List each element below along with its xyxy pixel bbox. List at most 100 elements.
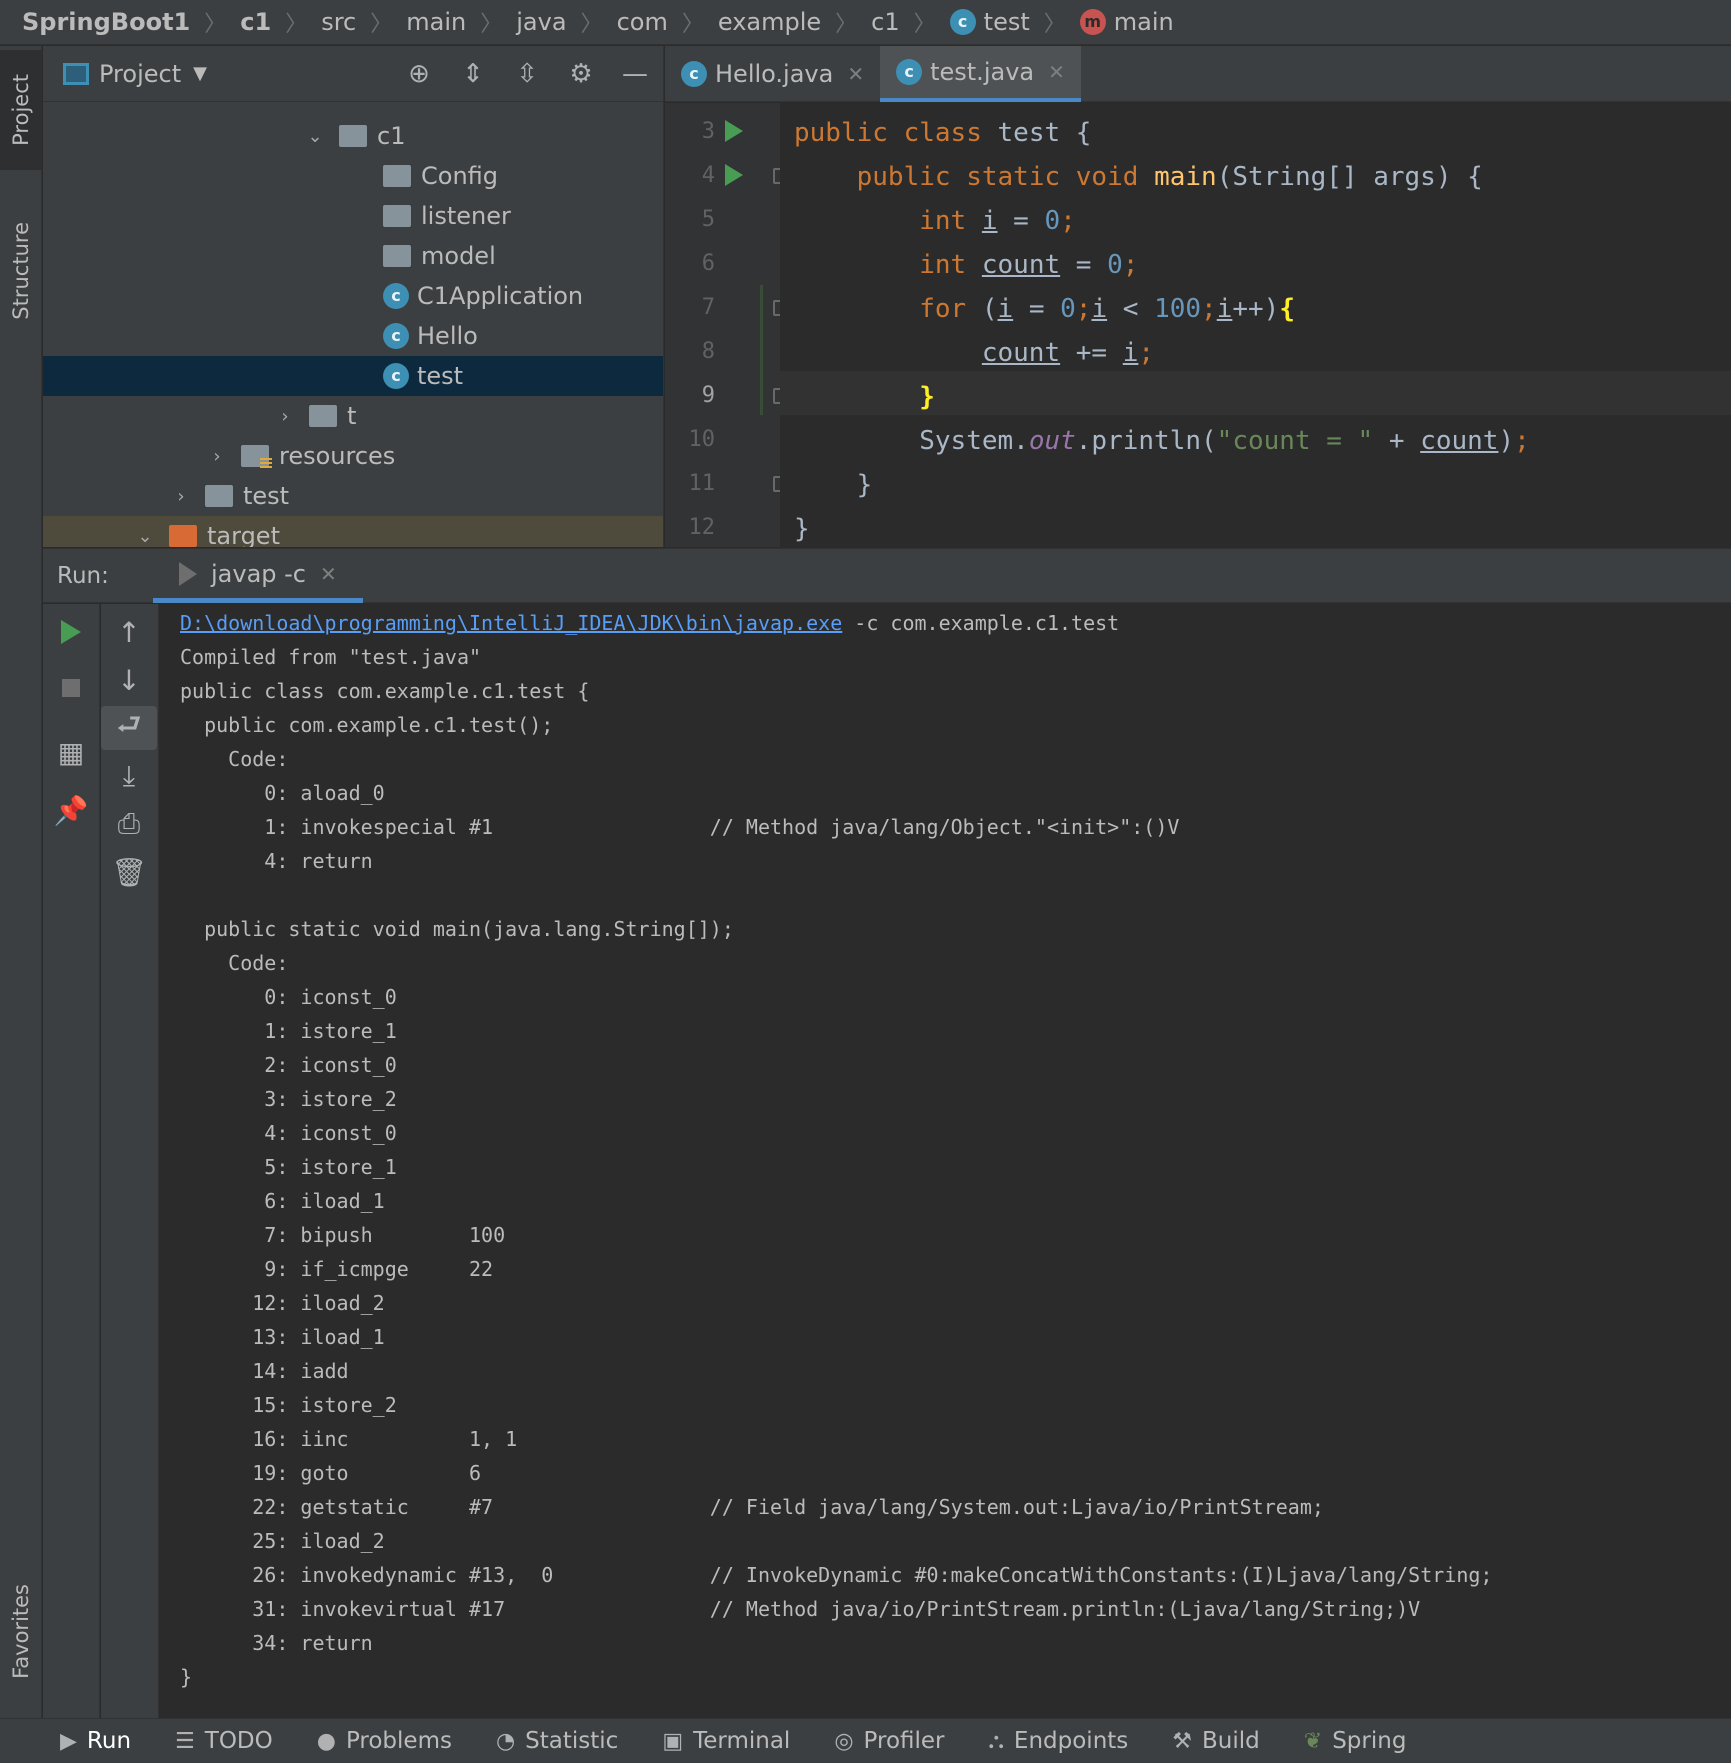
excluded-folder-icon [169,525,197,547]
run-class-icon[interactable] [725,120,743,142]
run-console[interactable]: D:\download\programming\IntelliJ_IDEA\JD… [160,604,1731,1718]
tool-problems[interactable]: ● Problems [317,1728,452,1754]
print-icon[interactable]: ⎙ [101,802,157,846]
tool-endpoints[interactable]: ⛬ Endpoints [989,1728,1129,1754]
hide-panel-icon[interactable]: — [617,56,653,92]
console-line: 1: invokespecial #1 // Method java/lang/… [180,815,1180,839]
project-tool-button[interactable]: Project [0,50,42,170]
javap-path-link[interactable]: D:\download\programming\IntelliJ_IDEA\JD… [180,611,842,635]
chevron-down-icon[interactable]: ⌄ [305,126,325,147]
run-config-tab[interactable]: javap -c ✕ [153,549,363,603]
folder-icon [205,485,233,507]
tree-node-model[interactable]: model [43,236,663,276]
operator: < [1122,294,1139,324]
tree-node-c1application[interactable]: c C1Application [43,276,663,316]
project-tool-window: Project ▼ ⊕ ⇕ ⇳ ⚙ — ⌄ c1 Config listener… [43,46,664,547]
operator: = [1075,250,1092,280]
breadcrumb-com-label: com [616,8,668,36]
run-main-icon[interactable] [725,164,743,186]
tree-node-listener[interactable]: listener [43,196,663,236]
tool-statistic[interactable]: ◔ Statistic [496,1728,618,1754]
package-folder-icon [309,405,337,427]
arrow-down-icon[interactable]: ↓ [101,658,157,702]
gear-icon[interactable]: ⚙ [563,56,599,92]
breadcrumb-com[interactable]: com [617,8,668,36]
collapse-all-icon[interactable]: ⇳ [509,56,545,92]
tool-build[interactable]: ⚒ Build [1172,1728,1259,1754]
scroll-to-end-icon[interactable]: ⤓ [101,754,157,798]
tree-node-t[interactable]: › t [43,396,663,436]
operator: ++) [1232,294,1280,324]
keyword: int [919,206,967,236]
variable: i [1091,294,1108,324]
semicolon: ; [1138,338,1155,368]
breadcrumb-example[interactable]: example [718,8,821,36]
breadcrumb-module[interactable]: c1 [240,8,271,36]
matched-brace: } [919,382,935,412]
breadcrumb-java[interactable]: java [516,8,566,36]
code-line-10: System.out.println("count = " + count); [794,419,1530,463]
soft-wrap-icon[interactable]: ⮐ [101,706,157,750]
tool-spring[interactable]: ❦ Spring [1304,1728,1407,1754]
tool-terminal[interactable]: ▣ Terminal [662,1728,790,1754]
close-icon[interactable]: ✕ [320,562,337,586]
console-line: 9: if_icmpge 22 [180,1257,494,1281]
close-icon[interactable]: ✕ [1048,60,1065,84]
stop-icon[interactable] [43,666,99,710]
matched-brace: { [1279,294,1295,324]
breadcrumb-example-label: example [717,8,822,36]
breadcrumb-main[interactable]: main [406,8,466,36]
pin-icon[interactable]: 📌 [43,788,99,832]
tree-node-c1[interactable]: ⌄ c1 [43,116,663,156]
java-class-icon: c [896,59,923,85]
expand-all-icon[interactable]: ⇕ [455,56,491,92]
chevron-right-icon[interactable]: › [207,446,227,467]
breadcrumb-project[interactable]: SpringBoot1 [22,8,190,36]
code-editor[interactable]: public class test { public static void m… [780,103,1731,547]
console-line: 1: istore_1 [180,1019,397,1043]
project-panel-header: Project ▼ ⊕ ⇕ ⇳ ⚙ — [43,46,663,102]
tree-node-test-class[interactable]: c test [43,356,663,396]
breadcrumb-main-method[interactable]: m main [1079,8,1174,36]
breadcrumb-src[interactable]: src [321,8,356,36]
breadcrumb-c1-package[interactable]: c1 [871,8,899,36]
tree-node-test-folder[interactable]: › test [43,476,663,516]
tree-node-target[interactable]: ⌄ target [43,516,663,547]
tree-node-config[interactable]: Config [43,156,663,196]
tree-node-resources[interactable]: › resources [43,436,663,476]
brace: } [856,470,873,500]
package-folder-icon [339,125,367,147]
breadcrumb-test-class[interactable]: c test [949,8,1030,36]
number-literal: 0 [1044,206,1061,236]
layout-icon[interactable]: ▦ [43,730,99,774]
spring-boot-class-icon: c [383,283,409,309]
paren: ( [981,294,998,324]
tool-todo[interactable]: ☰ TODO [175,1728,273,1754]
console-line: 15: istore_2 [180,1393,397,1417]
locate-file-icon[interactable]: ⊕ [401,56,437,92]
code-line-9: } [794,375,935,419]
breadcrumb-separator-icon: 〉 [285,12,308,37]
tab-hello-java[interactable]: c Hello.java ✕ [665,46,880,102]
tree-node-hello[interactable]: c Hello [43,316,663,356]
close-icon[interactable]: ✕ [847,62,864,86]
structure-tool-label: Structure [9,222,33,320]
project-view-selector[interactable]: Project [99,60,181,88]
favorites-tool-button[interactable]: Favorites [0,1556,42,1706]
chevron-right-icon[interactable]: › [275,406,295,427]
chevron-right-icon[interactable]: › [171,486,191,507]
trash-icon[interactable]: 🗑 [101,850,157,894]
tab-test-java[interactable]: c test.java ✕ [880,46,1081,102]
variable: count [1420,426,1499,456]
tool-run[interactable]: ▶ Run [60,1728,131,1754]
arrow-up-icon[interactable]: ↑ [101,610,157,654]
chevron-down-icon[interactable]: ⌄ [135,526,155,547]
console-line: 4: iconst_0 [180,1121,397,1145]
line-number: 8 [701,339,715,364]
console-line: 14: iadd [180,1359,349,1383]
chevron-down-icon[interactable]: ▼ [193,63,207,84]
tree-node-label: Hello [417,322,478,350]
structure-tool-button[interactable]: Structure [0,196,42,346]
tool-profiler[interactable]: ◎ Profiler [834,1728,944,1754]
rerun-icon[interactable] [43,610,99,654]
